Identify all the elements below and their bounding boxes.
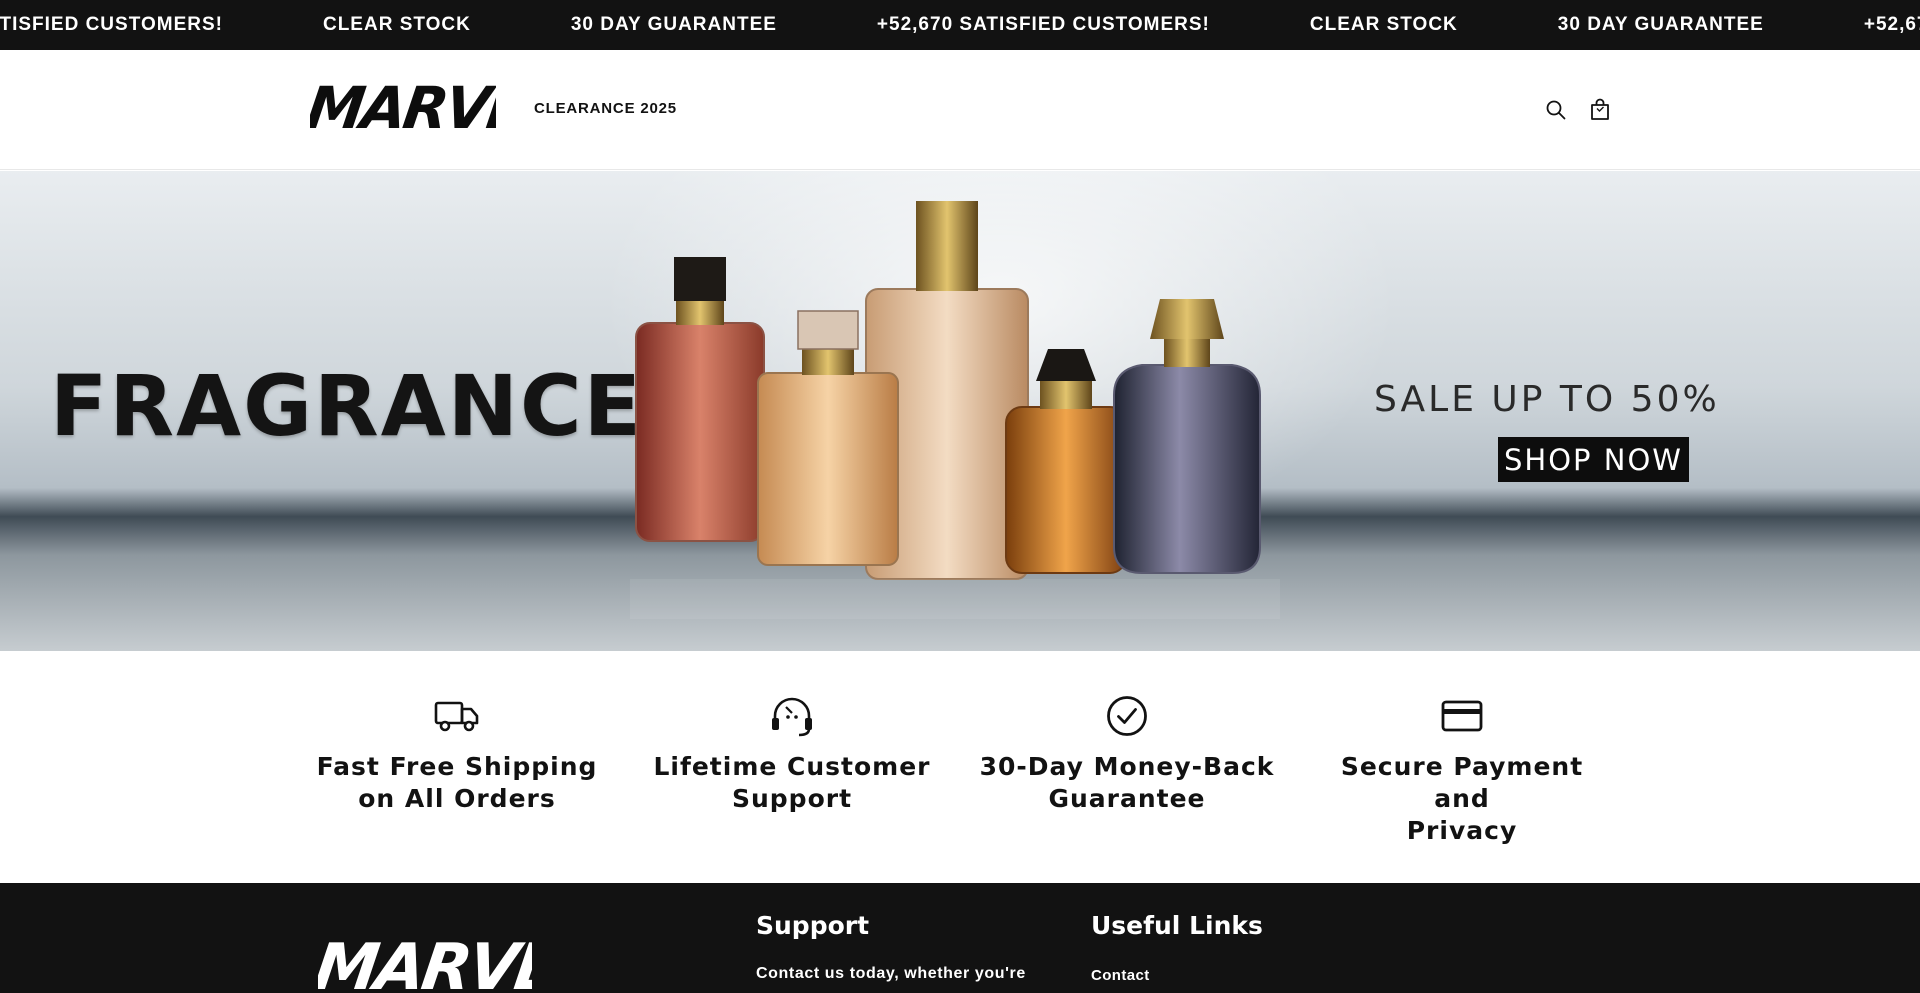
footer-support-text: Contact us today, whether you're <box>756 965 1026 982</box>
announcement-item: CLEAR STOCK <box>322 14 471 35</box>
feature-payment-line2: Privacy <box>1406 816 1518 845</box>
announcement-item: 30 DAY GUARANTEE <box>1557 14 1764 35</box>
feature-support-line1: Lifetime Customer <box>653 752 931 781</box>
search-button[interactable] <box>1542 96 1570 124</box>
feature-shipping-text: Fast Free Shipping on All Orders <box>307 751 607 815</box>
perfume-bottles-image <box>630 201 1280 619</box>
features-section: Fast Free Shipping on All Orders Lifetim… <box>0 651 1920 883</box>
feature-shipping-line2: on All Orders <box>358 784 556 813</box>
feature-shipping-line1: Fast Free Shipping <box>316 752 598 781</box>
announcement-item: CLEAR STOCK <box>1309 14 1458 35</box>
announcement-track: +52,670 SATISFIED CUSTOMERS! CLEAR STOCK… <box>0 0 1920 50</box>
footer-link-contact[interactable]: Contact <box>1091 967 1150 984</box>
footer-logo-link[interactable]: MARVE <box>310 919 564 993</box>
feature-payment: Secure Payment and Privacy <box>1312 693 1612 847</box>
brand-logo: MARVE <box>302 74 531 142</box>
site-header: MARVE CLEARANCE 2025 <box>0 50 1920 170</box>
announcement-item: +52,670 SATISFIED CUSTOMERS! <box>0 14 223 35</box>
search-icon <box>1546 100 1566 120</box>
feature-guarantee-line1: 30-Day Money-Back <box>979 752 1275 781</box>
nav-clearance-2025[interactable]: CLEARANCE 2025 <box>534 100 677 117</box>
cart-icon <box>1591 98 1609 120</box>
feature-support-text: Lifetime Customer Support <box>642 751 942 815</box>
footer-support-heading: Support <box>756 911 870 940</box>
shop-now-button[interactable]: SHOP NOW <box>1498 437 1689 482</box>
hero-sale-text: SALE UP TO 50% <box>1374 379 1720 420</box>
announcement-item: 30 DAY GUARANTEE <box>570 14 777 35</box>
truck-icon <box>434 701 479 732</box>
check-circle-icon <box>1107 696 1147 736</box>
brand-logo-text: MARVE <box>310 74 496 142</box>
feature-support-line2: Support <box>731 784 853 813</box>
feature-guarantee: 30-Day Money-Back Guarantee <box>977 693 1277 815</box>
feature-payment-line1: Secure Payment and <box>1340 752 1584 813</box>
announcement-bar: +52,670 SATISFIED CUSTOMERS! CLEAR STOCK… <box>0 0 1920 50</box>
credit-card-icon <box>1441 700 1483 732</box>
feature-support: Lifetime Customer Support <box>642 693 942 815</box>
cart-button[interactable] <box>1586 96 1614 124</box>
feature-guarantee-line2: Guarantee <box>1048 784 1206 813</box>
feature-shipping: Fast Free Shipping on All Orders <box>307 693 607 815</box>
logo-link[interactable]: MARVE <box>302 74 531 144</box>
feature-payment-text: Secure Payment and Privacy <box>1312 751 1612 847</box>
footer-useful-links-heading: Useful Links <box>1091 911 1263 940</box>
site-footer: MARVE Support Contact us today, whether … <box>0 883 1920 993</box>
headset-icon <box>772 697 812 737</box>
feature-guarantee-text: 30-Day Money-Back Guarantee <box>977 751 1277 815</box>
hero-banner[interactable]: FRAGRANCE SALE UP TO 50% SHOP NOW <box>0 171 1920 651</box>
announcement-item: +52,670 SATISFIED CUSTOMERS! <box>1863 14 1920 35</box>
hero-title: FRAGRANCE <box>50 357 644 455</box>
announcement-item: +52,670 SATISFIED CUSTOMERS! <box>876 14 1210 35</box>
footer-brand-logo-text: MARVE <box>318 930 532 993</box>
footer-brand-logo: MARVE <box>310 930 564 993</box>
